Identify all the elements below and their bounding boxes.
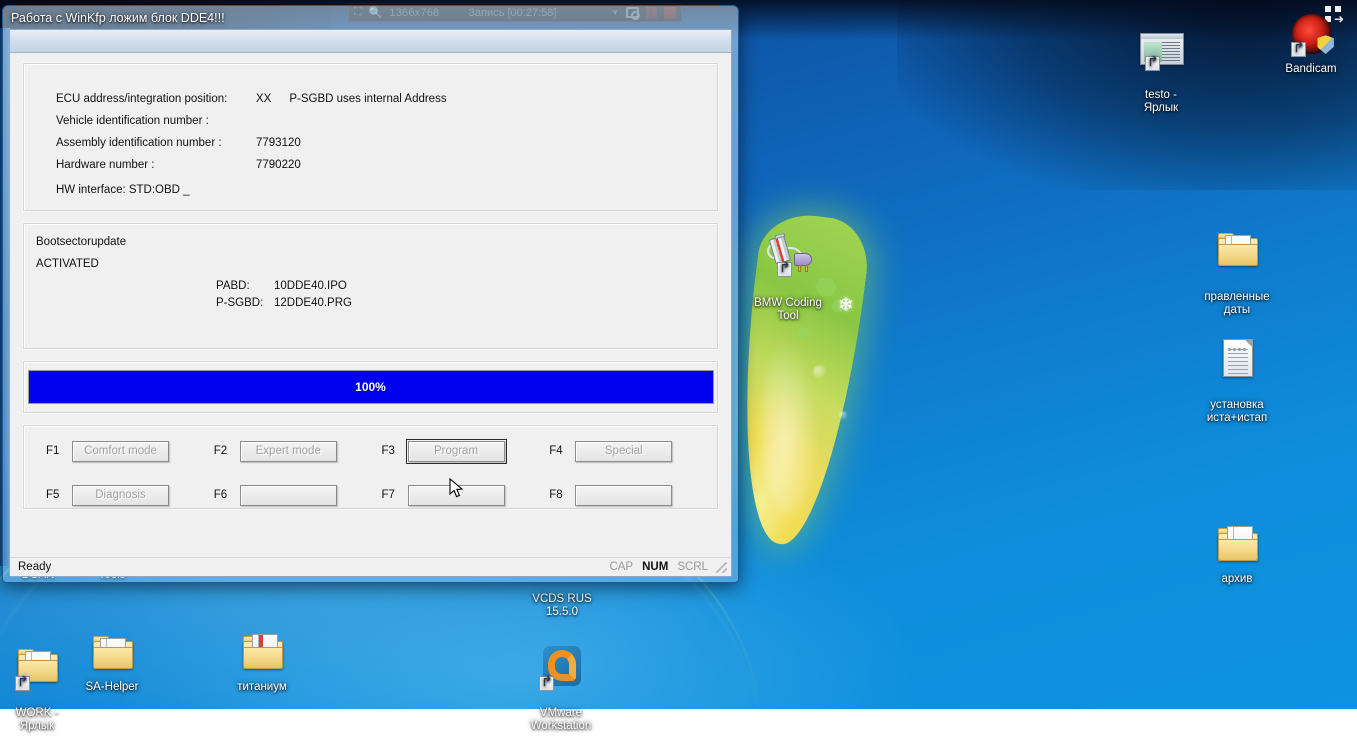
desktop-icon-label: установка иста+истап bbox=[1191, 399, 1283, 425]
desktop-icon-testo-shortcut[interactable]: testo - Ярлык bbox=[1115, 10, 1207, 128]
comfort-mode-button[interactable]: Comfort mode bbox=[72, 441, 169, 462]
folder-open-icon bbox=[1213, 520, 1261, 570]
ecu-info-group: ECU address/integration position: XX P-S… bbox=[23, 63, 718, 211]
desktop-icon-label: Bandicam bbox=[1265, 63, 1357, 76]
file-value: 10DDE40.IPO bbox=[274, 280, 347, 292]
scroll-lock-indicator: SCRL bbox=[677, 561, 708, 573]
fkey-label: F8 bbox=[549, 489, 575, 501]
function-key-cell-f3: F3 Program bbox=[382, 441, 550, 462]
desktop-icon-bmw-coding-tool[interactable]: BMW Coding Tool bbox=[742, 218, 834, 336]
bootsector-state: ACTIVATED bbox=[36, 258, 717, 270]
caps-lock-indicator: CAP bbox=[609, 561, 633, 573]
progress-label: 100% bbox=[355, 380, 386, 394]
text-document-icon bbox=[1213, 333, 1261, 383]
desktop-icon-label: VCDS RUS 15.5.0 bbox=[522, 593, 602, 619]
desktop-icon-bandicam[interactable]: Bandicam bbox=[1265, 10, 1357, 76]
ecu-info-row: Hardware number : 7790220 bbox=[56, 154, 717, 176]
f8-button[interactable] bbox=[575, 485, 672, 506]
window-content: ECU address/integration position: XX P-S… bbox=[10, 53, 731, 557]
special-button[interactable]: Special bbox=[575, 441, 672, 462]
folder-icon bbox=[88, 628, 136, 678]
field-value: 7793120 bbox=[256, 137, 301, 149]
butterfly-icon: ❄ bbox=[838, 296, 862, 316]
battery-plug-icon bbox=[764, 231, 812, 281]
desktop-icon-ustanovka-ista[interactable]: установка иста+истап bbox=[1191, 320, 1283, 438]
ecu-info-row: Assembly identification number : 7793120 bbox=[56, 132, 717, 154]
field-label: Assembly identification number : bbox=[56, 137, 256, 149]
status-bar: Ready CAP NUM SCRL bbox=[10, 557, 731, 576]
bootsector-group: Bootsectorupdate ACTIVATED PABD: 10DDE40… bbox=[23, 223, 718, 349]
bootsector-file-row: PABD: 10DDE40.IPO bbox=[216, 280, 717, 292]
field-label: Hardware number : bbox=[56, 159, 256, 171]
vmware-icon bbox=[537, 641, 585, 691]
fkey-label: F4 bbox=[549, 445, 575, 457]
bootsector-title: Bootsectorupdate bbox=[36, 236, 717, 248]
desktop-icon-vcds-rus[interactable]: VCDS RUS 15.5.0 bbox=[522, 580, 602, 632]
window-client-frame: ECU address/integration position: XX P-S… bbox=[9, 29, 732, 577]
function-key-cell-f8: F8 bbox=[549, 485, 717, 506]
bootsector-file-row: P-SGBD: 12DDE40.PRG bbox=[216, 297, 717, 309]
fkey-label: F6 bbox=[214, 489, 240, 501]
fkey-label: F1 bbox=[46, 445, 72, 457]
function-key-row: F5 Diagnosis F6 F7 F8 bbox=[46, 480, 717, 510]
desktop-icon-label: архив bbox=[1191, 573, 1283, 586]
desktop-icon-label: VMware Workstation bbox=[515, 707, 607, 733]
desktop-icon-label: WORK - Ярлык bbox=[0, 707, 83, 733]
desktop-icon-sa-helper[interactable]: SA-Helper bbox=[66, 628, 158, 694]
diagnosis-button[interactable]: Diagnosis bbox=[72, 485, 169, 506]
program-button[interactable]: Program bbox=[408, 441, 505, 462]
desktop-icon-vmware[interactable]: VMware Workstation bbox=[515, 628, 607, 746]
function-key-cell-f4: F4 Special bbox=[549, 441, 717, 462]
function-key-cell-f6: F6 bbox=[214, 485, 382, 506]
f6-button[interactable] bbox=[240, 485, 337, 506]
file-label: P-SGBD: bbox=[216, 297, 274, 309]
function-key-cell-f2: F2 Expert mode bbox=[214, 441, 382, 462]
desktop-icon-arhiv[interactable]: архив bbox=[1191, 520, 1283, 586]
desktop-icon-pravlennye-daty[interactable]: правленные даты bbox=[1191, 212, 1283, 330]
function-key-cell-f5: F5 Diagnosis bbox=[46, 485, 214, 506]
progress-bar: 100% bbox=[28, 370, 714, 404]
hw-interface-label: HW interface: STD:OBD _ bbox=[56, 184, 717, 196]
field-label: Vehicle identification number : bbox=[56, 115, 256, 127]
resize-grip[interactable] bbox=[716, 562, 727, 573]
field-value: 7790220 bbox=[256, 159, 301, 171]
desktop-icon-label: testo - Ярлык bbox=[1115, 89, 1207, 115]
desktop-icon-label: титаниум bbox=[216, 681, 308, 694]
function-key-row: F1 Comfort mode F2 Expert mode F3 Progra… bbox=[46, 436, 717, 466]
fkey-label: F2 bbox=[214, 445, 240, 457]
window-shortcut-icon bbox=[1137, 23, 1185, 73]
window-titlebar[interactable]: Работа с WinKfp ложим блок DDE4!!! bbox=[3, 6, 738, 29]
folder-shortcut-icon bbox=[13, 641, 61, 691]
winkfp-window[interactable]: Работа с WinKfp ложим блок DDE4!!! ECU a… bbox=[2, 5, 739, 583]
folder-icon bbox=[1213, 225, 1261, 275]
fkey-label: F3 bbox=[382, 445, 408, 457]
ecu-info-row: ECU address/integration position: XX P-S… bbox=[56, 88, 717, 110]
file-label: PABD: bbox=[216, 280, 274, 292]
ecu-info-row: Vehicle identification number : bbox=[56, 110, 717, 132]
function-keys-group: F1 Comfort mode F2 Expert mode F3 Progra… bbox=[23, 425, 718, 509]
fkey-label: F7 bbox=[382, 489, 408, 501]
f7-button[interactable] bbox=[408, 485, 505, 506]
status-message: Ready bbox=[18, 561, 51, 573]
function-key-cell-f7: F7 bbox=[382, 485, 550, 506]
file-value: 12DDE40.PRG bbox=[274, 297, 352, 309]
expert-mode-button[interactable]: Expert mode bbox=[240, 441, 337, 462]
field-value-extra: P-SGBD uses internal Address bbox=[289, 93, 446, 105]
desktop-icon-label: BMW Coding Tool bbox=[742, 297, 834, 323]
progress-group: 100% bbox=[23, 361, 718, 413]
desktop-icon-label: SA-Helper bbox=[66, 681, 158, 694]
window-toolbar-strip[interactable] bbox=[10, 30, 731, 53]
num-lock-indicator: NUM bbox=[642, 561, 668, 573]
desktop-icon-titanium[interactable]: титаниум bbox=[216, 628, 308, 694]
window-title: Работа с WinKfp ложим блок DDE4!!! bbox=[11, 11, 225, 25]
folder-open-icon bbox=[238, 628, 286, 678]
function-key-cell-f1: F1 Comfort mode bbox=[46, 441, 214, 462]
fkey-label: F5 bbox=[46, 489, 72, 501]
desktop-background[interactable]: ❄ ➜ DCAN Tools VCDS RUS 15.5.0 WORK - Яр… bbox=[0, 0, 1357, 709]
field-value: XX bbox=[256, 93, 271, 105]
field-label: ECU address/integration position: bbox=[56, 93, 256, 105]
desktop-icon-label: правленные даты bbox=[1191, 291, 1283, 317]
bandicam-icon bbox=[1287, 10, 1335, 60]
